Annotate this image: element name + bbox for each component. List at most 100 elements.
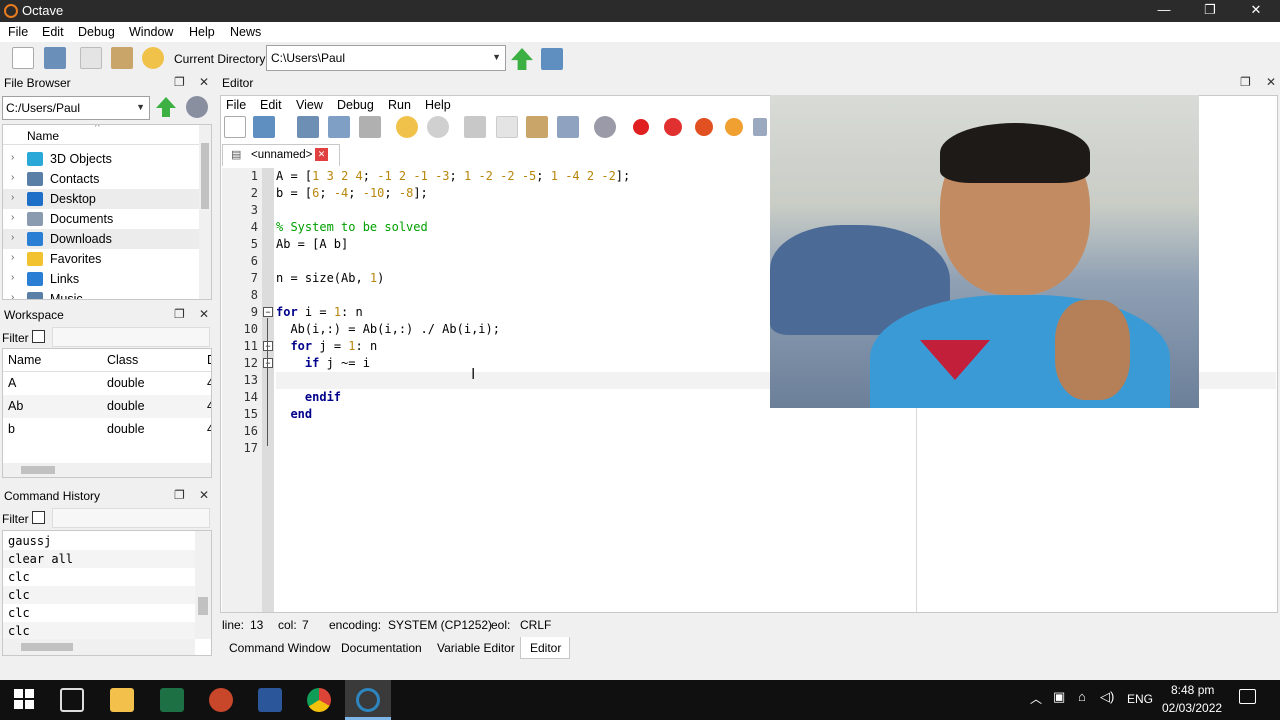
network-icon[interactable]: ⌂ [1078,689,1086,704]
cut-icon[interactable] [464,116,486,138]
menu-debug[interactable]: Debug [78,25,115,39]
tab-unnamed[interactable]: ▤ <unnamed> ✕ [222,144,340,166]
fold-margin[interactable] [262,168,274,612]
expand-arrow-icon[interactable]: › [11,192,14,203]
copy-icon[interactable] [80,47,102,69]
fold-collapse-icon[interactable]: − [263,358,273,368]
redo-icon[interactable] [427,116,449,138]
expand-arrow-icon[interactable]: › [11,232,14,243]
expand-arrow-icon[interactable]: › [11,152,14,163]
history-filter-checkbox[interactable] [32,511,45,524]
maximize-button[interactable]: ❐ [1187,0,1233,22]
horizontal-scrollbar[interactable] [3,639,195,655]
tab-command-window[interactable]: Command Window [229,641,330,655]
language-indicator[interactable]: ENG [1127,692,1153,706]
code-line[interactable]: % System to be solved [276,220,428,234]
editor-menu-edit[interactable]: Edit [260,98,282,112]
powerpoint-icon[interactable] [209,688,233,712]
list-item[interactable]: › 3D Objects [3,149,199,169]
paste-icon[interactable] [526,116,548,138]
vertical-scrollbar[interactable] [195,531,211,639]
one-directory-up-icon[interactable] [511,48,533,70]
scroll-thumb[interactable] [21,643,73,651]
code-line[interactable]: end [276,407,312,421]
close-tab-icon[interactable]: ✕ [315,148,328,161]
history-item[interactable]: clc [3,604,195,622]
file-explorer-icon[interactable] [110,688,134,712]
close-panel-icon[interactable]: ✕ [199,307,209,321]
clear-breakpoints-icon[interactable] [725,118,743,136]
close-panel-icon[interactable]: ✕ [199,488,209,502]
list-item[interactable]: › Contacts [3,169,199,189]
code-line[interactable]: Ab = [A b] [276,237,348,251]
code-line[interactable]: Ab(i,:) = Ab(i,:) ./ Ab(i,i); [276,322,500,336]
menu-file[interactable]: File [8,25,28,39]
code-line[interactable]: endif [276,390,341,404]
history-filter-input[interactable] [52,508,210,528]
clock-date[interactable]: 02/03/2022 [1162,701,1222,715]
code-line[interactable]: if j ~= i [276,356,370,370]
table-row[interactable]: Ab double 4 [3,395,211,418]
expand-arrow-icon[interactable]: › [11,272,14,283]
expand-arrow-icon[interactable]: › [11,252,14,263]
clock-time[interactable]: 8:48 pm [1171,683,1214,697]
word-icon[interactable] [258,688,282,712]
expand-arrow-icon[interactable]: › [11,172,14,183]
show-hidden-icons-icon[interactable]: ︿ [1030,690,1042,707]
history-item[interactable]: gaussj [3,532,195,550]
editor-menu-debug[interactable]: Debug [337,98,374,112]
menu-edit[interactable]: Edit [42,25,64,39]
table-row[interactable]: A double 4 [3,372,211,395]
menu-news[interactable]: News [230,25,261,39]
excel-icon[interactable] [160,688,184,712]
expand-arrow-icon[interactable]: › [11,292,14,299]
parent-directory-icon[interactable] [156,97,176,117]
current-directory-combo[interactable]: C:\Users\Paul ▼ [266,45,506,71]
vertical-scrollbar[interactable] [199,125,211,299]
file-browser-column-header[interactable]: Name ^ [3,125,199,145]
undock-icon[interactable]: ❐ [1240,75,1251,89]
previous-breakpoint-icon[interactable] [664,118,682,136]
file-browser-path-combo[interactable]: C:/Users/Paul ▼ [2,96,150,120]
list-item[interactable]: › Downloads [3,229,199,249]
open-folder-icon[interactable] [44,47,66,69]
history-item[interactable]: clc [3,586,195,604]
new-file-icon[interactable] [224,116,246,138]
paste-icon[interactable] [111,47,133,69]
menu-help[interactable]: Help [189,25,215,39]
undock-icon[interactable]: ❐ [174,307,185,321]
workspace-filter-input[interactable] [52,327,210,347]
editor-menu-help[interactable]: Help [425,98,451,112]
history-item[interactable]: clear all [3,550,195,568]
code-line[interactable]: for i = 1: n [276,305,363,319]
print-icon[interactable] [359,116,381,138]
close-panel-icon[interactable]: ✕ [1266,75,1276,89]
list-item[interactable]: › Favorites [3,249,199,269]
minimize-button[interactable]: — [1141,0,1187,22]
notifications-icon[interactable] [1239,689,1256,704]
task-view-icon[interactable] [60,688,84,712]
scroll-thumb[interactable] [21,466,55,474]
code-line[interactable]: b = [6; -4; -10; -8]; [276,186,428,200]
browse-directory-icon[interactable] [541,48,563,70]
tab-editor[interactable]: Editor [530,641,561,655]
scroll-thumb[interactable] [201,143,209,209]
menu-window[interactable]: Window [129,25,173,39]
undock-icon[interactable]: ❐ [174,488,185,502]
scroll-thumb[interactable] [198,597,208,615]
save-icon[interactable] [297,116,319,138]
editor-menu-view[interactable]: View [296,98,323,112]
fold-collapse-icon[interactable]: − [263,341,273,351]
list-item[interactable]: › Links [3,269,199,289]
breakpoint-icon[interactable] [633,119,649,135]
copy-icon[interactable] [496,116,518,138]
next-breakpoint-icon[interactable] [695,118,713,136]
close-panel-icon[interactable]: ✕ [199,75,209,89]
open-file-icon[interactable] [253,116,275,138]
column-class[interactable]: Class [107,353,138,367]
octave-taskbar-icon[interactable] [356,688,380,712]
chrome-icon[interactable] [307,688,331,712]
tab-variable-editor[interactable]: Variable Editor [437,641,515,655]
workspace-filter-checkbox[interactable] [32,330,45,343]
column-dimension[interactable]: D [207,353,211,367]
